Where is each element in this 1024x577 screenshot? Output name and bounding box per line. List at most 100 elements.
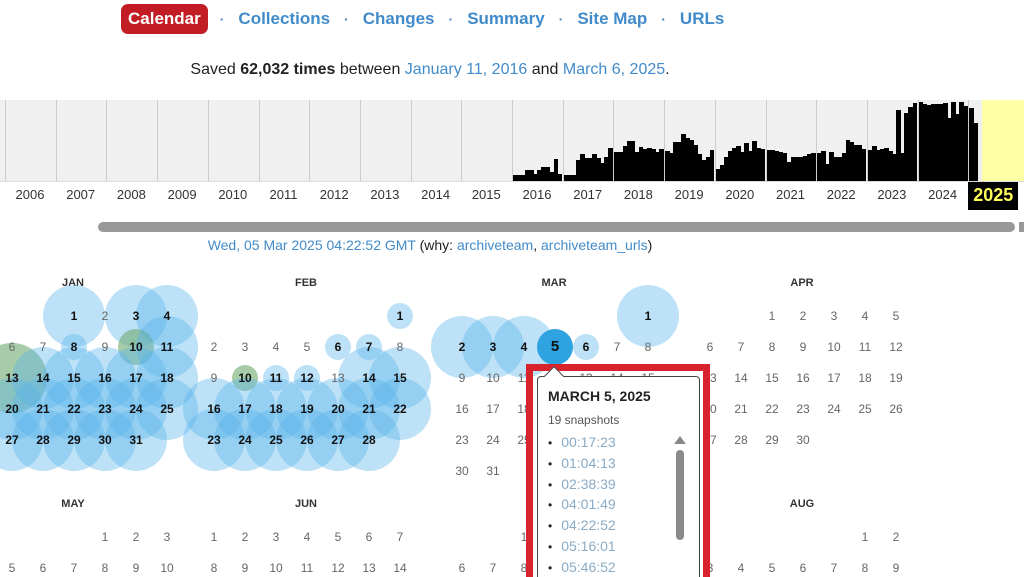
histogram-bar-2023-12[interactable] — [912, 103, 918, 181]
calendar-day[interactable]: 29 — [59, 430, 89, 450]
year-label-2011[interactable]: 2011 — [259, 187, 309, 202]
snapshot-time-link[interactable]: 05:46:52 — [561, 559, 616, 575]
reason-archiveteam-urls-link[interactable]: archiveteam_urls — [541, 237, 648, 253]
calendar-day[interactable]: 17 — [121, 368, 151, 388]
capture-timestamp-link[interactable]: Wed, 05 Mar 2025 04:22:52 GMT — [208, 237, 416, 253]
histogram-bar-2019-12[interactable] — [709, 150, 715, 181]
scroll-up-arrow-icon[interactable] — [674, 436, 686, 444]
histogram-bar-2017-12[interactable] — [608, 148, 613, 181]
calendar-day[interactable]: 14 — [354, 368, 384, 388]
year-label-2019[interactable]: 2019 — [664, 187, 714, 202]
calendar-day[interactable]: 28 — [354, 430, 384, 450]
calendar-day[interactable]: 1 — [59, 306, 89, 326]
tab-calendar[interactable]: Calendar — [121, 4, 208, 34]
snapshot-time-link[interactable]: 02:38:39 — [561, 476, 616, 492]
tab-site-map[interactable]: Site Map — [575, 9, 649, 29]
calendar-day[interactable]: 27 — [0, 430, 27, 450]
calendar-day[interactable]: 3 — [478, 337, 508, 357]
calendar-day[interactable]: 15 — [59, 368, 89, 388]
year-label-2009[interactable]: 2009 — [157, 187, 207, 202]
snapshot-time-link[interactable]: 00:17:23 — [561, 434, 616, 450]
calendar-day[interactable]: 22 — [59, 399, 89, 419]
year-label-2013[interactable]: 2013 — [360, 187, 410, 202]
capture-histogram[interactable] — [0, 100, 1024, 181]
calendar-day[interactable]: 20 — [0, 399, 27, 419]
histogram-bar-2016-12[interactable] — [557, 174, 563, 181]
calendar-day[interactable]: 26 — [292, 430, 322, 450]
last-capture-link[interactable]: March 6, 2025 — [563, 61, 665, 78]
calendar-day[interactable]: 10 — [121, 337, 151, 357]
tab-collections[interactable]: Collections — [236, 9, 332, 29]
calendar-day[interactable]: 2 — [447, 337, 477, 357]
calendar-day[interactable]: 18 — [152, 368, 182, 388]
tab-changes[interactable]: Changes — [361, 9, 437, 29]
calendar-day[interactable]: 7 — [354, 337, 384, 357]
calendar-day[interactable]: 1 — [385, 306, 415, 326]
calendar-day[interactable]: 10 — [230, 368, 260, 388]
calendar-day[interactable]: 21 — [354, 399, 384, 419]
calendar-day[interactable]: 4 — [509, 337, 539, 357]
calendar-day[interactable]: 16 — [90, 368, 120, 388]
year-label-2017[interactable]: 2017 — [563, 187, 613, 202]
calendar-day[interactable]: 24 — [121, 399, 151, 419]
calendar-day[interactable]: 27 — [323, 430, 353, 450]
histogram-bar-2025-2[interactable] — [973, 123, 978, 181]
calendar-day[interactable]: 31 — [121, 430, 151, 450]
calendar-day[interactable]: 25 — [152, 399, 182, 419]
reason-archiveteam-link[interactable]: archiveteam — [457, 237, 533, 253]
histogram-bar-2021-12[interactable] — [811, 153, 816, 181]
snapshot-time-link[interactable]: 04:01:49 — [561, 496, 616, 512]
calendar-day[interactable]: 25 — [261, 430, 291, 450]
calendar-day[interactable]: 15 — [385, 368, 415, 388]
calendar-day[interactable]: 13 — [0, 368, 27, 388]
year-label-2024[interactable]: 2024 — [918, 187, 968, 202]
tab-summary[interactable]: Summary — [465, 9, 546, 29]
year-label-2025[interactable]: 2025 — [968, 182, 1019, 210]
calendar-day[interactable]: 24 — [230, 430, 260, 450]
calendar-day[interactable]: 1 — [633, 306, 663, 326]
year-label-2007[interactable]: 2007 — [56, 187, 106, 202]
year-label-2015[interactable]: 2015 — [461, 187, 511, 202]
histogram-bar-2018-12[interactable] — [659, 149, 664, 181]
calendar-day[interactable]: 5 — [540, 337, 570, 357]
year-label-2008[interactable]: 2008 — [106, 187, 156, 202]
timeline-scrollbar[interactable] — [98, 222, 1015, 232]
calendar-day[interactable]: 6 — [323, 337, 353, 357]
year-label-2022[interactable]: 2022 — [816, 187, 866, 202]
calendar-day[interactable]: 23 — [90, 399, 120, 419]
calendar-day[interactable]: 20 — [323, 399, 353, 419]
calendar-day[interactable]: 6 — [571, 337, 601, 357]
popup-scrollbar-thumb[interactable] — [676, 450, 684, 540]
selected-year-highlight[interactable] — [982, 100, 1024, 181]
calendar-day[interactable]: 8 — [59, 337, 89, 357]
calendar-day[interactable]: 30 — [90, 430, 120, 450]
calendar-day[interactable]: 3 — [121, 306, 151, 326]
snapshot-time-link[interactable]: 01:04:13 — [561, 455, 616, 471]
first-capture-link[interactable]: January 11, 2016 — [405, 61, 527, 78]
year-label-2016[interactable]: 2016 — [512, 187, 562, 202]
calendar-day[interactable]: 17 — [230, 399, 260, 419]
calendar-day[interactable]: 11 — [261, 368, 291, 388]
year-label-2020[interactable]: 2020 — [715, 187, 765, 202]
histogram-bar-2020-12[interactable] — [760, 149, 766, 181]
calendar-day[interactable]: 19 — [292, 399, 322, 419]
tab-urls[interactable]: URLs — [678, 9, 726, 29]
calendar-day[interactable]: 12 — [292, 368, 322, 388]
snapshot-time-link[interactable]: 05:16:01 — [561, 538, 616, 554]
year-label-2018[interactable]: 2018 — [613, 187, 663, 202]
year-label-2006[interactable]: 2006 — [5, 187, 55, 202]
timeline-scrollbar-end[interactable] — [1019, 222, 1024, 232]
calendar-day[interactable]: 23 — [199, 430, 229, 450]
calendar-day[interactable]: 21 — [28, 399, 58, 419]
year-label-2010[interactable]: 2010 — [208, 187, 258, 202]
year-label-2012[interactable]: 2012 — [309, 187, 359, 202]
calendar-day[interactable]: 18 — [261, 399, 291, 419]
year-label-2021[interactable]: 2021 — [766, 187, 816, 202]
calendar-day[interactable]: 22 — [385, 399, 415, 419]
snapshot-time-link[interactable]: 04:22:52 — [561, 517, 616, 533]
year-label-2014[interactable]: 2014 — [411, 187, 461, 202]
calendar-day[interactable]: 11 — [152, 337, 182, 357]
histogram-bar-2024-12[interactable] — [963, 106, 968, 181]
calendar-day[interactable]: 4 — [152, 306, 182, 326]
calendar-day[interactable]: 28 — [28, 430, 58, 450]
